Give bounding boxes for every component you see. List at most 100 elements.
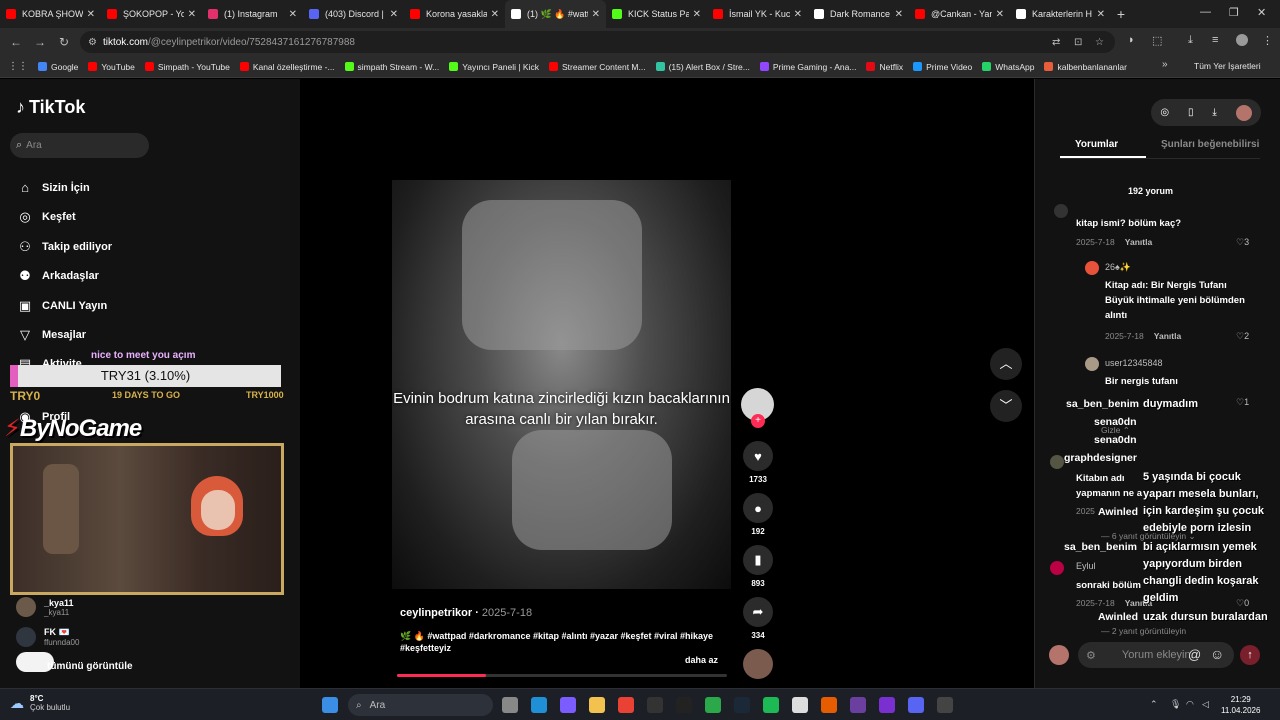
sticker-icon[interactable]: ⚙ — [1086, 649, 1096, 662]
new-tab-button[interactable]: + — [1111, 6, 1131, 22]
tab-close-icon[interactable]: ✕ — [794, 9, 802, 20]
video-progress-bar[interactable] — [397, 674, 727, 677]
task-view-icon[interactable] — [502, 697, 518, 713]
tab-close-icon[interactable]: ✕ — [289, 9, 297, 20]
bookmark-item[interactable]: Kanal özelleştirme -... — [239, 62, 335, 72]
close-window-icon[interactable]: ✕ — [1257, 6, 1266, 19]
sidebar-item-friends[interactable]: ⚉ Arkadaşlar — [16, 268, 99, 284]
bookmark-item[interactable]: Prime Video — [913, 62, 972, 72]
address-bar[interactable]: ⚙ tiktok.com/@ceylinpetrikor/video/75284… — [80, 31, 1115, 53]
sidebar-item-messages[interactable]: ▽ Mesajlar — [16, 327, 86, 343]
back-icon[interactable]: ← — [4, 35, 28, 49]
emoji-icon[interactable]: ☺ — [1210, 646, 1224, 662]
bookmark-item[interactable]: Google — [38, 62, 78, 72]
following-item[interactable]: FK 💌 ffunnda00 — [16, 627, 79, 647]
like-action[interactable]: ♥ 1733 — [743, 441, 773, 484]
wifi-icon[interactable]: ◠ — [1186, 699, 1194, 710]
previous-video-button[interactable]: ︿ — [990, 348, 1022, 380]
browser-tab[interactable]: (1) Instagram ✕ — [202, 0, 303, 28]
browser-tab[interactable]: KOBRA ŞHOW ✕ — [0, 0, 101, 28]
tab-close-icon[interactable]: ✕ — [895, 9, 903, 20]
reply-button[interactable]: Yanıtla — [1154, 331, 1181, 341]
media-icon[interactable]: ≡ — [1212, 34, 1218, 46]
reload-icon[interactable]: ↻ — [52, 35, 76, 49]
sidebar-item-live[interactable]: ▣ CANLI Yayın — [16, 298, 107, 314]
bookmark-item[interactable]: kalbenbanlananlar — [1044, 62, 1127, 72]
avatar[interactable] — [1050, 455, 1064, 469]
tab-you-may-like[interactable]: Şunları beğenebilirsi — [1161, 139, 1259, 150]
show-less-link[interactable]: daha az — [685, 655, 718, 665]
maximize-icon[interactable]: ❐ — [1229, 6, 1239, 19]
browser-tab[interactable]: (1) 🌿 🔥 #watt ✕ — [505, 0, 606, 28]
music-disc-avatar[interactable] — [743, 649, 773, 679]
comment-user[interactable]: user12345848 — [1105, 358, 1163, 368]
bookmark-star-icon[interactable]: ☆ — [1095, 37, 1104, 48]
edge-icon[interactable] — [531, 697, 547, 713]
avatar[interactable] — [1050, 561, 1064, 575]
amazon-icon[interactable] — [676, 697, 692, 713]
bookmark-item[interactable]: Netflix — [866, 62, 903, 72]
tab-close-icon[interactable]: ✕ — [491, 9, 499, 20]
more-bookmarks-icon[interactable]: » — [1162, 59, 1168, 70]
discord-icon[interactable] — [908, 697, 924, 713]
tab-close-icon[interactable]: ✕ — [996, 9, 1004, 20]
send-button[interactable]: ↑ — [1240, 645, 1260, 665]
app-icon[interactable] — [821, 697, 837, 713]
following-item[interactable]: _kya11 _kya11 — [16, 597, 74, 617]
browser-tab[interactable]: İsmail YK - Kuc ✕ — [707, 0, 808, 28]
tab-close-icon[interactable]: ✕ — [592, 9, 600, 20]
browser-tab[interactable]: KICK Status Pa ✕ — [606, 0, 707, 28]
site-info-icon[interactable]: ⚙ — [88, 37, 97, 48]
device-icon[interactable]: ▯ — [1188, 107, 1194, 118]
tray-overflow-icon[interactable]: ⌃ — [1150, 699, 1158, 710]
comment-like[interactable]: ♡3 — [1236, 237, 1249, 248]
bookmark-item[interactable]: Streamer Content M... — [548, 62, 646, 72]
save-action[interactable]: ▮ 893 — [743, 545, 773, 588]
download-icon[interactable]: ⤓ — [1188, 34, 1193, 47]
taskbar-search[interactable]: ⌕ Ara — [348, 694, 493, 716]
bookmark-item[interactable]: (15) Alert Box / Stre... — [655, 62, 750, 72]
avatar[interactable] — [1054, 204, 1068, 218]
microphone-icon[interactable]: 🎙 — [1170, 699, 1181, 710]
steam-icon[interactable] — [734, 697, 750, 713]
voice-icon[interactable]: ◗ — [1128, 34, 1135, 46]
bookmark-icon[interactable]: ▮ — [743, 545, 773, 575]
next-video-button[interactable]: ﹀ — [990, 390, 1022, 422]
tab-comments[interactable]: Yorumlar — [1075, 139, 1118, 150]
sidebar-item-compass[interactable]: ◎ Keşfet — [16, 209, 75, 225]
all-bookmarks[interactable]: Tüm Yer İşaretleri — [1194, 61, 1261, 71]
browser-tab[interactable]: @Cankan - Yan ✕ — [909, 0, 1010, 28]
forward-icon[interactable]: → — [28, 35, 52, 49]
bookmark-item[interactable]: Simpath - YouTube — [144, 62, 230, 72]
explorer-icon[interactable] — [589, 697, 605, 713]
tab-close-icon[interactable]: ✕ — [87, 9, 95, 20]
chrome-icon[interactable] — [618, 697, 634, 713]
follow-plus-icon[interactable]: + — [751, 414, 765, 428]
mention-icon[interactable]: @ — [1188, 647, 1201, 662]
copilot-icon[interactable] — [560, 697, 576, 713]
avatar[interactable] — [1085, 261, 1099, 275]
translate-icon[interactable]: ⇄ — [1052, 37, 1060, 48]
browser-tab[interactable]: Dark Romance ✕ — [808, 0, 909, 28]
bookmark-item[interactable]: Yayıncı Paneli | Kick — [449, 62, 539, 72]
sidebar-item-following[interactable]: ⚇ Takip ediliyor — [16, 239, 112, 255]
bookmark-item[interactable]: WhatsApp — [982, 62, 1034, 72]
comment-like[interactable]: ♡2 — [1236, 331, 1249, 342]
comment-user[interactable]: Eylul — [1076, 561, 1096, 571]
reply-button[interactable]: Yanıtla — [1125, 237, 1152, 247]
download-icon[interactable]: ⤓ — [1212, 107, 1216, 118]
sidebar-item-home[interactable]: ⌂ Sizin İçin — [16, 180, 90, 195]
heart-icon[interactable]: ♥ — [743, 441, 773, 471]
tab-close-icon[interactable]: ✕ — [1097, 9, 1105, 20]
comment-like[interactable]: ♡1 — [1236, 397, 1249, 408]
browser-tab[interactable]: ŞOKOPOP - Yo ✕ — [101, 0, 202, 28]
apps-icon[interactable]: ⋮⋮ — [8, 61, 28, 72]
extensions-icon[interactable]: ⬚ — [1152, 34, 1162, 47]
video-player[interactable]: Evinin bodrum katına zincirlediği kızın … — [392, 180, 731, 589]
menu-icon[interactable]: ⋮ — [1262, 34, 1273, 47]
app-icon[interactable] — [850, 697, 866, 713]
browser-tab[interactable]: Karakterlerin H ✕ — [1010, 0, 1111, 28]
comment-user[interactable]: 26♠✨ — [1105, 262, 1131, 273]
share-action[interactable]: ➦ 334 — [743, 597, 773, 640]
tab-close-icon[interactable]: ✕ — [693, 9, 701, 20]
